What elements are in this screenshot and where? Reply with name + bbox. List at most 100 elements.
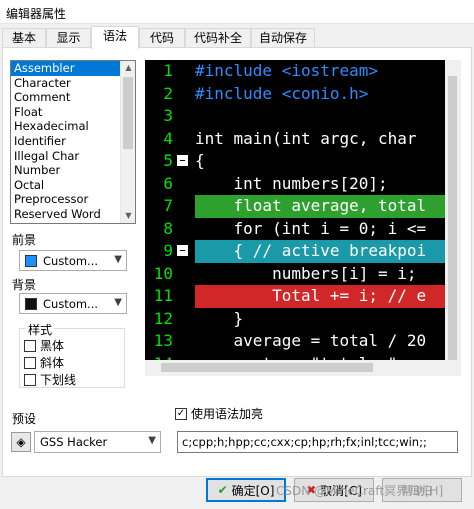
code-text: { (195, 151, 205, 170)
list-item[interactable]: Comment (11, 90, 135, 105)
ok-button[interactable]: ✔ 确定[O] (206, 478, 286, 502)
line-number: 1 (163, 61, 173, 80)
foreground-swatch (25, 255, 37, 267)
line-number: 11 (153, 286, 173, 305)
code-text: numbers[i] = i; (195, 263, 417, 283)
line-number: 7 (163, 196, 173, 215)
code-line: 10 numbers[i] = i; (145, 263, 445, 286)
code-line: 12 } (145, 308, 445, 331)
list-item[interactable]: Illegal Char (11, 149, 135, 164)
code-text: average = total / 20 (195, 331, 427, 350)
chevron-down-icon: ▼ (114, 254, 122, 265)
line-number: 10 (153, 263, 173, 283)
scroll-thumb[interactable] (123, 77, 133, 149)
checkbox-box (24, 339, 36, 352)
tab-syntax[interactable]: 语法 (91, 26, 139, 49)
checkbox-box (24, 356, 36, 369)
tab-code[interactable]: 代码 (139, 28, 185, 48)
code-line: 5{ (145, 150, 445, 173)
code-text: #include <iostream> (195, 61, 379, 80)
style-group-title: 样式 (26, 321, 55, 338)
editor-preview[interactable]: 1 #include <iostream> 2 #include <conio.h> 3… (145, 60, 461, 376)
preset-select[interactable]: GSS Hacker ▼ (34, 431, 161, 453)
tab-display[interactable]: 显示 (46, 28, 91, 48)
title-bar: 编辑器属性 (0, 0, 474, 24)
code-text: Total += i; // e (195, 285, 445, 308)
list-item[interactable]: Preprocessor (11, 192, 135, 207)
tab-basic[interactable]: 基本 (2, 28, 46, 48)
line-number: 3 (163, 106, 173, 125)
code-line: 13 average = total / 20 (145, 330, 445, 353)
bold-checkbox[interactable]: 黑体 (24, 337, 64, 354)
code-text: int numbers[20]; (195, 173, 388, 193)
foreground-value: Custom... (43, 254, 99, 268)
check-icon: ✔ (217, 483, 228, 497)
italic-checkbox[interactable]: 斜体 (24, 354, 64, 371)
background-color-select[interactable]: Custom... ▼ (19, 293, 127, 314)
list-item[interactable]: Float (11, 105, 135, 120)
code-line: 8 for (int i = 0; i <= (145, 218, 445, 241)
editor-vscrollbar[interactable] (445, 60, 461, 376)
code-text: { // active breakpoi (195, 240, 445, 263)
line-number: 13 (153, 331, 173, 350)
editor-hscrollbar[interactable] (145, 360, 445, 376)
tab-code-completion[interactable]: 代码补全 (185, 28, 251, 48)
foreground-color-select[interactable]: Custom... ▼ (19, 250, 127, 271)
code-text: } (195, 308, 244, 328)
paint-bucket-icon[interactable]: ◈ (11, 432, 31, 452)
list-item[interactable]: Hexadecimal (11, 119, 135, 134)
watermark: CSDN @MineCraft冥界归归 (276, 484, 433, 498)
fold-collapse-icon[interactable] (177, 155, 188, 166)
checkbox-box (24, 373, 36, 386)
line-number: 2 (163, 83, 173, 103)
list-item[interactable]: Identifier (11, 134, 135, 149)
syntax-highlight-checkbox[interactable]: ✓ 使用语法加亮 (175, 405, 263, 422)
code-line: 6 int numbers[20]; (145, 173, 445, 196)
foreground-label: 前景 (12, 233, 37, 247)
chevron-down-icon: ▼ (114, 297, 122, 308)
list-item[interactable]: Character (11, 76, 135, 91)
preset-label: 预设 (12, 412, 37, 426)
code-text: int main(int argc, char (195, 128, 417, 148)
list-item[interactable]: Reserved Word (11, 207, 135, 222)
code-line: 7 float average, total (145, 195, 445, 218)
italic-label: 斜体 (40, 356, 65, 370)
chevron-down-icon: ▼ (148, 435, 156, 446)
line-number: 5 (163, 151, 173, 170)
code-line: 2 #include <conio.h> (145, 83, 445, 106)
tab-autosave[interactable]: 自动保存 (251, 28, 315, 48)
background-value: Custom... (43, 297, 99, 311)
underline-checkbox[interactable]: 下划线 (24, 371, 76, 388)
scroll-thumb[interactable] (448, 76, 457, 360)
syntax-element-list[interactable]: Assembler Character Comment Float Hexadecima… (10, 60, 136, 224)
background-swatch (25, 298, 37, 310)
line-number: 12 (153, 308, 173, 328)
list-item[interactable]: Number (11, 163, 135, 178)
scroll-thumb[interactable] (161, 363, 373, 372)
fold-collapse-icon[interactable] (177, 245, 188, 256)
list-item[interactable]: Assembler (11, 61, 135, 76)
bold-label: 黑体 (40, 339, 65, 353)
code-line: 9 { // active breakpoi (145, 240, 445, 263)
code-line: 11 Total += i; // e (145, 285, 445, 308)
line-number: 4 (163, 128, 173, 148)
file-extensions-input[interactable]: c;cpp;h;hpp;cc;cxx;cp;hp;rh;fx;inl;tcc;w… (177, 431, 458, 453)
preset-value: GSS Hacker (40, 435, 108, 449)
list-scrollbar[interactable]: ▲ ▼ (120, 61, 135, 223)
scroll-down-icon[interactable]: ▼ (121, 209, 135, 223)
underline-label: 下划线 (40, 373, 77, 387)
code-text: #include <conio.h> (195, 83, 369, 103)
code-text: for (int i = 0; i <= (195, 218, 427, 238)
background-label: 背景 (12, 278, 37, 292)
window-title: 编辑器属性 (6, 7, 67, 21)
line-number: 9 (163, 241, 173, 260)
ok-label: 确定[O] (231, 483, 275, 498)
code-text: float average, total (195, 195, 445, 218)
code-line: 1 #include <iostream> (145, 60, 445, 83)
code-line: 4 int main(int argc, char (145, 128, 445, 151)
tab-strip: 基本 显示 语法 代码 代码补全 自动保存 (0, 26, 474, 49)
list-item[interactable]: Octal (11, 178, 135, 193)
line-number: 8 (163, 218, 173, 238)
scroll-up-icon[interactable]: ▲ (121, 61, 135, 75)
line-number: 6 (163, 173, 173, 193)
